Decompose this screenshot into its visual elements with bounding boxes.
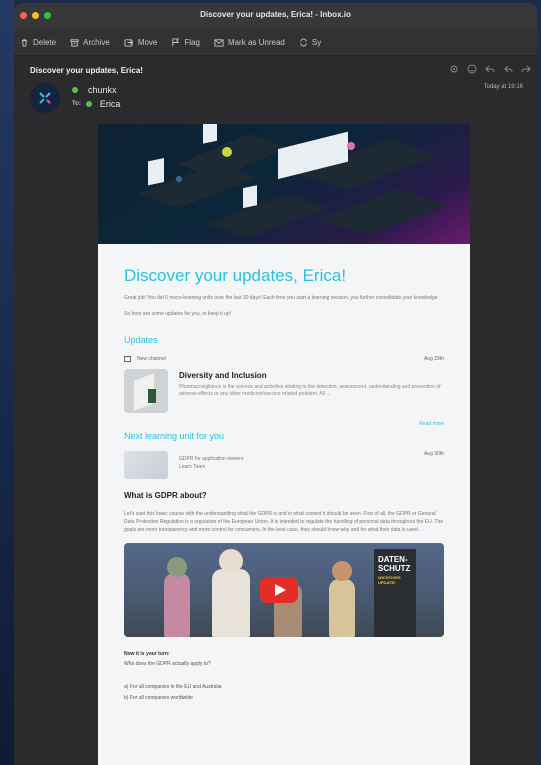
your-turn-label: Now it is your turn: <box>124 651 170 657</box>
forward-icon[interactable] <box>521 64 531 74</box>
online-status-icon <box>72 87 78 93</box>
email-text: Discover your updates, Erica! Great job!… <box>98 266 470 704</box>
flag-label: Flag <box>184 37 200 47</box>
intro-text: Great job! You did 6 micro-learning unit… <box>124 295 439 301</box>
reply-icon[interactable] <box>485 64 495 74</box>
news-item[interactable]: Diversity and Inclusion Pharmacovigilanc… <box>124 369 444 413</box>
email-heading: Discover your updates, Erica! <box>124 266 347 285</box>
learning-unit-title[interactable]: GDPR for application owners <box>179 455 424 463</box>
window-title: Discover your updates, Erica! - Inbox.io <box>200 10 351 19</box>
mail-window: Discover your updates, Erica! - Inbox.io… <box>14 3 537 765</box>
recipient-status-icon <box>85 101 92 107</box>
envelope-icon <box>214 38 224 47</box>
updates-heading: Updates <box>124 335 158 345</box>
reply-all-icon[interactable] <box>503 64 513 74</box>
play-button-icon[interactable] <box>260 577 298 603</box>
read-more-link[interactable]: Read more <box>124 421 444 427</box>
new-channel-row: New channel Aug 29th <box>124 356 444 362</box>
recipient-name[interactable]: Erica <box>100 99 121 109</box>
email-content: Discover your updates, Erica! Great job!… <box>98 124 470 765</box>
hero-devices-illustration <box>138 124 448 238</box>
learning-unit-subtitle: Learn Team <box>179 464 206 470</box>
chunkx-logo-icon <box>39 92 51 104</box>
archive-label: Archive <box>83 37 110 47</box>
news-title[interactable]: Diversity and Inclusion <box>179 371 444 380</box>
person-figure <box>212 569 250 637</box>
learning-unit-thumbnail <box>124 451 168 479</box>
quiz-question: Who does the GDPR actually apply to? <box>124 661 211 667</box>
message-actions <box>449 64 531 74</box>
quiz-answers: a) For all companies in the EU and Austr… <box>124 682 444 704</box>
gdpr-heading: What is GDPR about? <box>124 491 207 500</box>
settings-icon[interactable] <box>449 64 459 74</box>
learning-unit-item[interactable]: GDPR for application owners Learn Team A… <box>124 451 444 479</box>
archive-icon <box>70 38 79 47</box>
archive-button[interactable]: Archive <box>70 38 110 47</box>
sender-name[interactable]: chunkx <box>88 85 117 95</box>
desktop-background <box>0 0 14 765</box>
message-subject: Discover your updates, Erica! <box>30 66 143 75</box>
message-body: Discover your updates, Erica! Great job!… <box>14 118 537 765</box>
news-thumbnail <box>124 369 168 413</box>
intro-text-2: So here are some updates for you, to kee… <box>124 311 232 317</box>
emoji-icon[interactable] <box>467 64 477 74</box>
gdpr-text: Let's start this basic course with the u… <box>124 511 444 533</box>
video-player[interactable]: DATEN- SCHUTZ WICHTIGES UPDATE! <box>124 543 444 637</box>
next-unit-heading: Next learning unit for you <box>124 431 225 441</box>
move-button[interactable]: Move <box>124 37 158 47</box>
trash-icon <box>21 38 28 47</box>
channel-icon <box>124 356 131 362</box>
hero-banner-image <box>98 124 470 244</box>
mark-unread-label: Mark as Unread <box>227 37 285 47</box>
move-label: Move <box>137 37 158 47</box>
new-channel-label: New channel <box>137 356 166 362</box>
move-icon <box>124 38 133 47</box>
delete-button[interactable]: Delete <box>20 38 56 47</box>
learning-unit-date: Aug 30th <box>423 451 444 457</box>
person-head <box>167 557 187 577</box>
sync-button[interactable]: Sy <box>299 38 321 47</box>
desktop-background-right <box>537 0 541 765</box>
sign-text-2: SCHUTZ <box>378 564 411 573</box>
recipient-row: To: Erica <box>72 99 120 109</box>
new-channel-date: Aug 29th <box>423 356 444 362</box>
video-sign: DATEN- SCHUTZ WICHTIGES UPDATE! <box>374 549 416 637</box>
news-description: Pharmacovigilance is the science and act… <box>179 384 441 397</box>
title-bar: Discover your updates, Erica! - Inbox.io <box>14 3 537 29</box>
flag-button[interactable]: Flag <box>171 38 200 47</box>
delete-label: Delete <box>33 37 57 47</box>
toolbar: Delete Archive Move Flag Mark as Unread … <box>14 29 537 56</box>
sender-avatar <box>30 83 60 113</box>
message-header: Discover your updates, Erica! chunkx To:… <box>14 56 537 118</box>
sync-icon <box>300 38 307 46</box>
answer-a[interactable]: a) For all companies in the EU and Austr… <box>124 682 444 693</box>
sync-label: Sy <box>311 37 322 47</box>
person-figure <box>164 573 190 637</box>
to-label: To: <box>72 101 81 107</box>
person-figure <box>329 579 355 637</box>
sign-text-3: WICHTIGES UPDATE! <box>378 575 401 585</box>
mark-unread-button[interactable]: Mark as Unread <box>214 38 285 47</box>
sender-row: chunkx <box>72 85 117 95</box>
message-time: Today at 19:16 <box>483 84 523 90</box>
answer-b[interactable]: b) For all companies worldwide <box>124 693 444 704</box>
flag-icon <box>172 37 180 46</box>
sign-text-1: DATEN- <box>378 555 408 564</box>
person-head <box>332 561 352 581</box>
person-head <box>219 549 243 573</box>
